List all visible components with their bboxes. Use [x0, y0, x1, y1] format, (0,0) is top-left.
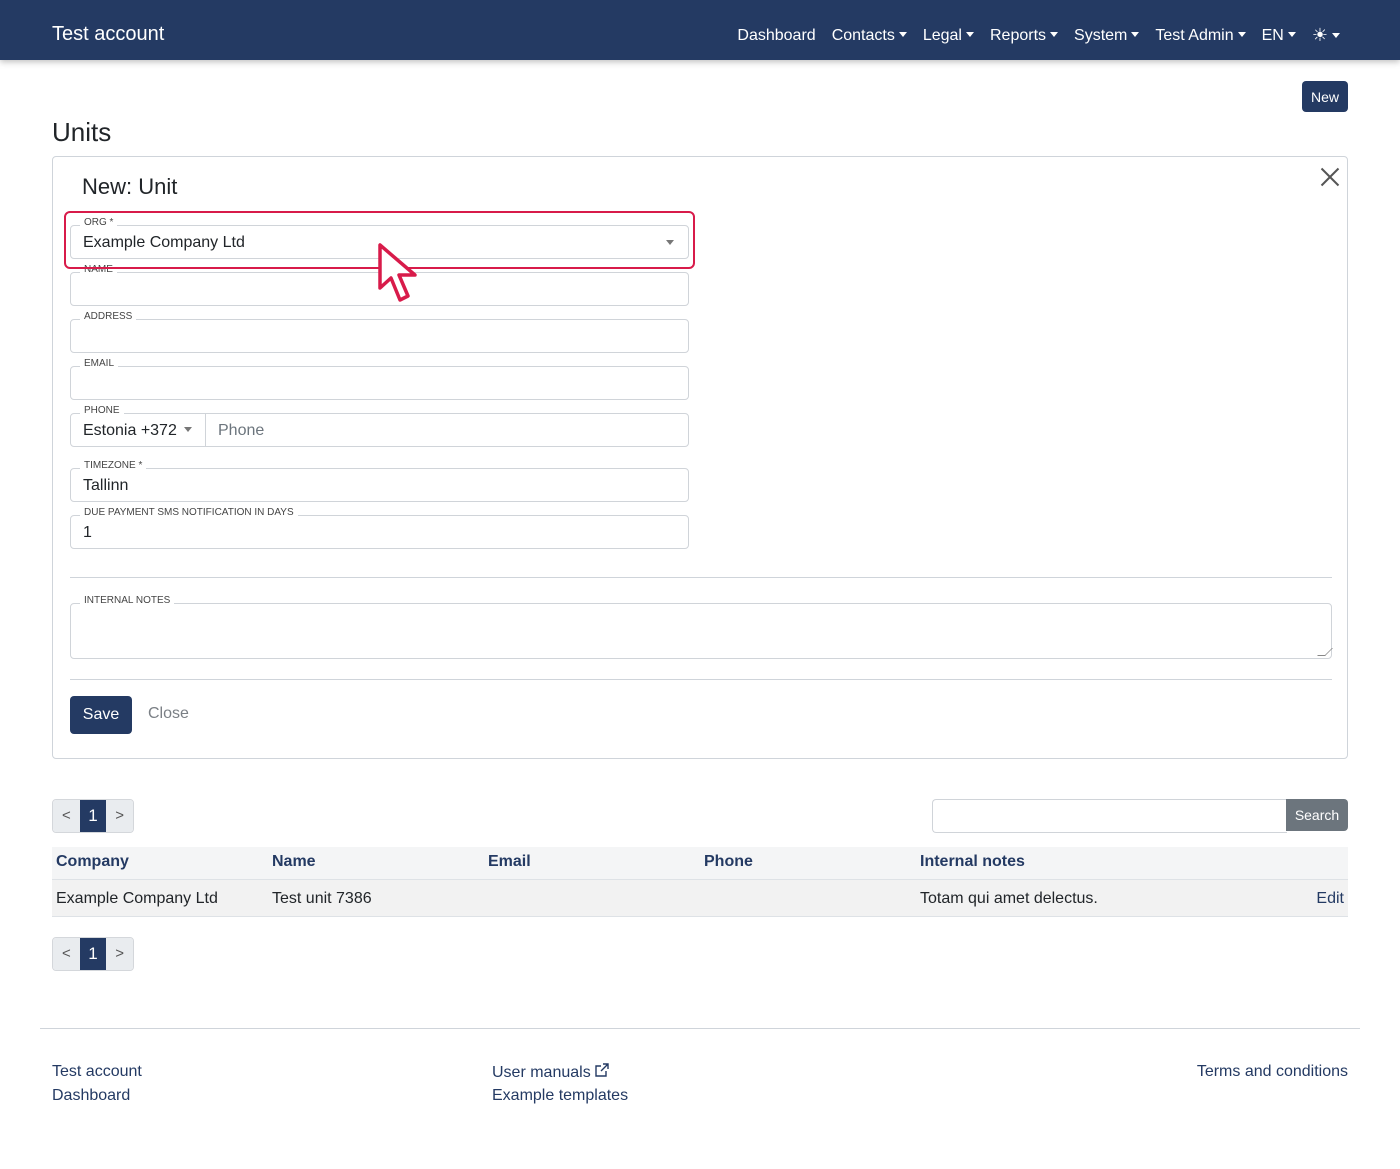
table-row: Example Company Ltd Test unit 7386 Totam… — [52, 880, 1348, 917]
close-icon[interactable] — [1319, 165, 1341, 187]
footer-link-example-templates[interactable]: Example templates — [492, 1086, 628, 1106]
sun-icon: ☀ — [1311, 25, 1328, 45]
nav-system[interactable]: System — [1074, 25, 1140, 47]
new-button[interactable]: New — [1302, 81, 1348, 112]
footer-link-user-manuals[interactable]: User manuals — [492, 1062, 610, 1083]
nav-language[interactable]: EN — [1262, 25, 1296, 47]
page-1-button[interactable]: 1 — [79, 800, 107, 832]
caret-down-icon — [1237, 32, 1246, 37]
cell-internal-notes: Totam qui amet delectus. — [920, 890, 1098, 907]
nav-contacts[interactable]: Contacts — [832, 25, 907, 47]
caret-down-icon — [1332, 33, 1340, 38]
pagination-top: < 1 > — [52, 799, 134, 833]
due-payment-value: 1 — [83, 524, 92, 541]
next-page-button[interactable]: > — [106, 800, 133, 832]
caret-down-icon — [183, 427, 192, 432]
phone-label: PHONE — [80, 405, 124, 417]
nav-dashboard[interactable]: Dashboard — [737, 25, 815, 47]
nav-legal[interactable]: Legal — [923, 25, 974, 47]
due-payment-field[interactable]: DUE PAYMENT SMS NOTIFICATION IN DAYS 1 — [70, 507, 689, 549]
address-label: ADDRESS — [80, 311, 137, 323]
phone-country-select[interactable]: Estonia +372 — [83, 422, 192, 440]
timezone-value: Tallinn — [83, 477, 129, 494]
resize-grip-icon[interactable] — [1317, 648, 1333, 656]
nav-menu: Dashboard Contacts Legal Reports System … — [737, 24, 1340, 48]
internal-notes-label: INTERNAL NOTES — [80, 595, 175, 607]
cell-name: Test unit 7386 — [272, 890, 372, 907]
column-header-internal-notes[interactable]: Internal notes — [920, 853, 1025, 871]
save-button[interactable]: Save — [70, 696, 132, 734]
caret-down-icon — [1131, 32, 1140, 37]
prev-page-button[interactable]: < — [53, 800, 80, 832]
column-header-name[interactable]: Name — [272, 853, 316, 871]
caret-down-icon — [1287, 32, 1296, 37]
column-header-email[interactable]: Email — [488, 853, 531, 871]
footer-divider — [40, 1028, 1360, 1029]
card-title: New: Unit — [82, 174, 178, 199]
nav-reports[interactable]: Reports — [990, 25, 1059, 47]
page-title: Units — [52, 117, 112, 147]
nav-theme-toggle[interactable]: ☀ — [1312, 24, 1340, 48]
phone-divider — [205, 414, 206, 446]
phone-field: PHONE Estonia +372 Phone — [70, 405, 689, 447]
cell-company: Example Company Ltd — [56, 890, 218, 907]
nav-user-menu[interactable]: Test Admin — [1155, 25, 1246, 47]
internal-notes-textarea[interactable]: INTERNAL NOTES — [70, 595, 1333, 659]
edit-link[interactable]: Edit — [1316, 890, 1344, 908]
table-header: Company Name Email Phone Internal notes — [52, 847, 1348, 880]
external-link-icon — [595, 1063, 609, 1077]
timezone-field[interactable]: TIMEZONE * Tallinn — [70, 460, 689, 502]
email-field[interactable]: EMAIL — [70, 358, 689, 400]
pagination-bottom: < 1 > — [52, 937, 134, 971]
page-1-button[interactable]: 1 — [79, 938, 107, 970]
search-input[interactable] — [932, 799, 1287, 833]
caret-down-icon — [898, 32, 907, 37]
next-page-button[interactable]: > — [106, 938, 133, 970]
top-navbar: Test account Dashboard Contacts Legal Re… — [0, 0, 1400, 60]
form-divider — [70, 679, 1332, 680]
phone-input[interactable]: Phone — [218, 422, 264, 440]
email-label: EMAIL — [80, 358, 119, 370]
footer-link-dashboard[interactable]: Dashboard — [52, 1086, 130, 1106]
close-button[interactable]: Close — [148, 705, 189, 723]
caret-down-icon — [1050, 32, 1059, 37]
address-field[interactable]: ADDRESS — [70, 311, 689, 353]
footer-link-account[interactable]: Test account — [52, 1062, 142, 1082]
mouse-pointer-icon — [378, 243, 417, 302]
caret-down-icon — [965, 32, 974, 37]
timezone-label: TIMEZONE * — [80, 460, 147, 472]
form-divider — [70, 577, 1332, 578]
brand-link[interactable]: Test account — [52, 22, 164, 46]
column-header-company[interactable]: Company — [56, 853, 129, 871]
search-button[interactable]: Search — [1286, 799, 1348, 831]
footer-link-terms[interactable]: Terms and conditions — [1197, 1062, 1348, 1082]
prev-page-button[interactable]: < — [53, 938, 80, 970]
new-unit-card: New: Unit ORG * Example Company Ltd NAME… — [52, 156, 1348, 759]
column-header-phone[interactable]: Phone — [704, 853, 753, 871]
due-payment-label: DUE PAYMENT SMS NOTIFICATION IN DAYS — [80, 507, 298, 519]
